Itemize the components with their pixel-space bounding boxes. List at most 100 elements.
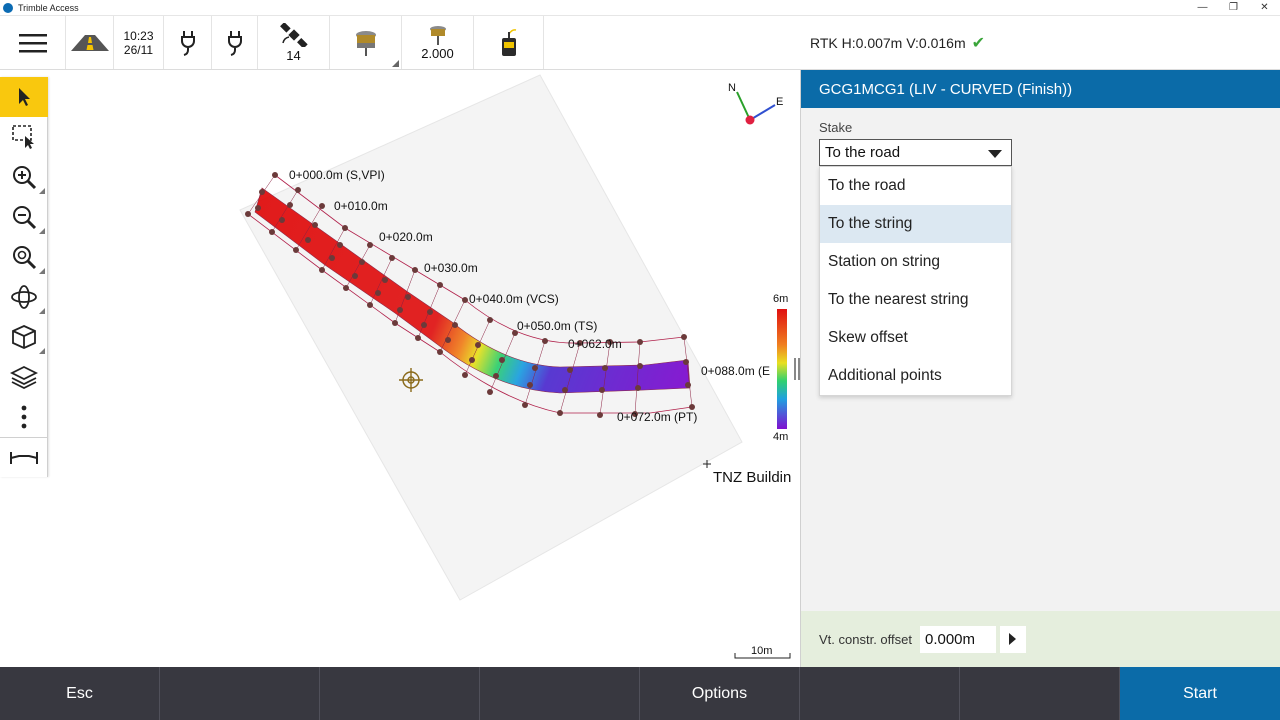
stake-method-dropdown: To the road To the string Station on str… xyxy=(819,166,1012,396)
station-label: 0+050.0m (TS) xyxy=(517,319,598,333)
softkey-empty-2[interactable] xyxy=(320,667,480,720)
stake-method-value: To the road xyxy=(825,144,901,161)
satellites-button[interactable]: 14 xyxy=(258,16,330,69)
window-controls: — ❐ ✕ xyxy=(1187,0,1280,16)
zoom-extents-icon xyxy=(13,246,37,270)
antenna-height-button[interactable]: 2.000 xyxy=(402,16,474,69)
corner-indicator xyxy=(39,268,45,274)
zoom-extents-button[interactable] xyxy=(0,237,48,277)
option-to-the-road[interactable]: To the road xyxy=(820,167,1011,205)
orbit-button[interactable] xyxy=(0,277,48,317)
view-3d-button[interactable] xyxy=(0,317,48,357)
restore-icon[interactable]: ❐ xyxy=(1218,0,1249,16)
box-select-tool-button[interactable] xyxy=(0,117,48,157)
close-icon[interactable]: ✕ xyxy=(1249,0,1280,16)
station-label: 0+088.0m (E xyxy=(701,364,771,378)
corner-indicator xyxy=(39,348,45,354)
road-job-button[interactable] xyxy=(66,16,114,69)
zoom-in-button[interactable] xyxy=(0,157,48,197)
station-label: 0+000.0m (S,VPI) xyxy=(289,168,385,182)
rtk-precision-header: RTK H:0.007m V:0.016m ✔ xyxy=(800,16,1280,70)
station-label: 0+030.0m xyxy=(424,261,478,275)
controller-button[interactable] xyxy=(474,16,544,69)
station-label: 0+072.0m (PT) xyxy=(617,410,698,424)
more-vertical-icon xyxy=(21,405,27,429)
app-title: Trimble Access xyxy=(18,2,79,13)
gnss-receiver-icon xyxy=(355,30,376,56)
softkey-bar: Esc Options Start xyxy=(0,667,1280,720)
option-skew-offset[interactable]: Skew offset xyxy=(820,319,1011,357)
options-button[interactable]: Options xyxy=(640,667,800,720)
panel-title: GCG1MCG1 (LIV - CURVED (Finish)) xyxy=(801,70,1280,108)
softkey-empty-5[interactable] xyxy=(960,667,1120,720)
zoom-out-icon xyxy=(13,206,37,230)
power-button-1[interactable] xyxy=(164,16,212,69)
plug-icon xyxy=(227,30,242,56)
minimize-icon[interactable]: — xyxy=(1187,0,1218,16)
corner-indicator xyxy=(392,60,399,67)
start-button[interactable]: Start xyxy=(1120,667,1280,720)
plug-icon xyxy=(180,30,195,56)
title-bar: Trimble Access — ❐ ✕ xyxy=(0,0,1280,16)
elevation-legend-bar xyxy=(777,309,787,429)
rtk-precision-text: RTK H:0.007m V:0.016m xyxy=(810,34,966,51)
stake-method-select[interactable]: To the road xyxy=(819,139,1012,166)
power-button-2[interactable] xyxy=(212,16,258,69)
cross-section-icon xyxy=(10,451,38,464)
satellite-icon xyxy=(279,22,308,47)
option-station-on-string[interactable]: Station on string xyxy=(820,243,1011,281)
zoom-in-icon xyxy=(13,166,37,190)
scale-label: 10m xyxy=(751,645,773,657)
station-label: 0+010.0m xyxy=(334,199,388,213)
esc-button[interactable]: Esc xyxy=(0,667,160,720)
pointer-icon xyxy=(19,88,30,106)
box-select-icon xyxy=(12,125,34,149)
cross-section-button[interactable] xyxy=(0,437,48,477)
softkey-empty-1[interactable] xyxy=(160,667,320,720)
map-view[interactable]: 0+000.0m (S,VPI) 0+010.0m 0+020.0m 0+030… xyxy=(0,70,800,667)
station-label: 0+062.0m xyxy=(568,337,622,351)
menu-button[interactable] xyxy=(0,16,66,69)
station-label: 0+040.0m (VCS) xyxy=(469,292,559,306)
gnss-receiver-button[interactable] xyxy=(330,16,402,69)
softkey-empty-3[interactable] xyxy=(480,667,640,720)
chevron-down-icon xyxy=(988,150,1002,158)
map-toolbar xyxy=(0,77,48,477)
stake-panel: GCG1MCG1 (LIV - CURVED (Finish)) Stake T… xyxy=(800,70,1280,667)
time-text: 10:23 xyxy=(123,28,154,43)
status-toolbar: 10:23 26/11 14 2.000 xyxy=(0,16,800,70)
more-tools-button[interactable] xyxy=(0,397,48,437)
vt-offset-arrow-button[interactable] xyxy=(999,625,1026,653)
north-arrow-icon xyxy=(736,91,776,125)
map-canvas[interactable] xyxy=(0,70,800,667)
check-icon: ✔ xyxy=(971,34,986,52)
north-label: N xyxy=(728,82,736,94)
select-tool-button[interactable] xyxy=(0,77,48,117)
zoom-out-button[interactable] xyxy=(0,197,48,237)
option-to-the-nearest-string[interactable]: To the nearest string xyxy=(820,281,1011,319)
trimble-logo-icon xyxy=(3,2,13,13)
layers-icon xyxy=(10,365,38,390)
corner-indicator xyxy=(39,188,45,194)
radio-controller-icon xyxy=(501,28,516,56)
east-label: E xyxy=(776,96,784,108)
play-arrow-icon xyxy=(1009,633,1017,645)
antenna-height-value: 2.000 xyxy=(421,45,454,61)
date-time-display[interactable]: 10:23 26/11 xyxy=(114,16,164,69)
date-text: 26/11 xyxy=(123,42,154,57)
layers-button[interactable] xyxy=(0,357,48,397)
stake-label: Stake xyxy=(819,120,853,135)
legend-max-label: 6m xyxy=(773,293,789,305)
softkey-empty-4[interactable] xyxy=(800,667,960,720)
orbit-icon xyxy=(11,285,37,309)
option-additional-points[interactable]: Additional points xyxy=(820,357,1011,395)
satellite-count: 14 xyxy=(286,47,301,63)
surface-boundary xyxy=(239,74,743,601)
road-icon xyxy=(70,34,109,51)
option-to-the-string[interactable]: To the string xyxy=(820,205,1011,243)
legend-min-label: 4m xyxy=(773,431,789,443)
cube-icon xyxy=(12,325,36,349)
vt-offset-input[interactable]: 0.000m xyxy=(919,625,996,653)
vt-offset-label: Vt. constr. offset xyxy=(819,631,912,647)
corner-indicator xyxy=(39,308,45,314)
